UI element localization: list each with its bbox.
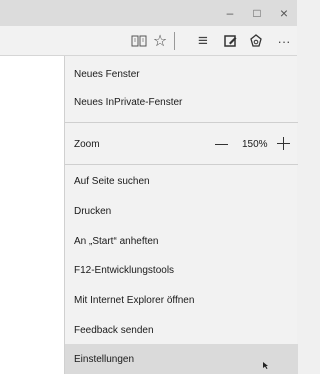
mouse-cursor-icon <box>263 362 268 369</box>
zoom-label: Zoom <box>74 138 100 150</box>
book-icon[interactable] <box>128 30 150 52</box>
zoom-in-button[interactable] <box>276 135 292 151</box>
settings-menu: Neues Fenster Neues InPrivate-Fenster Zo… <box>64 56 298 374</box>
menu-item-settings[interactable]: Einstellungen <box>65 344 298 374</box>
maximize-icon[interactable]: □ <box>243 0 271 26</box>
toolbar: ☆ ≡ ··· <box>0 26 297 56</box>
share-icon[interactable] <box>245 30 267 52</box>
menu-item-new-private-window[interactable]: Neues InPrivate-Fenster <box>65 87 298 117</box>
menu-item-zoom: Zoom 150% <box>65 129 298 159</box>
menu-item-open-with-ie[interactable]: Mit Internet Explorer öffnen <box>65 285 298 315</box>
menu-separator <box>65 164 298 165</box>
menu-item-pin-to-start[interactable]: An „Start“ anheften <box>65 226 298 256</box>
minimize-icon[interactable]: – <box>216 0 244 26</box>
menu-item-print[interactable]: Drucken <box>65 196 298 226</box>
star-icon[interactable]: ☆ <box>149 30 171 52</box>
menu-separator <box>65 122 298 123</box>
menu-item-new-window[interactable]: Neues Fenster <box>65 59 298 89</box>
close-icon[interactable]: × <box>270 0 298 26</box>
hub-icon[interactable]: ≡ <box>192 30 214 52</box>
page-content-area <box>0 56 64 374</box>
menu-item-f12-tools[interactable]: F12-Entwicklungstools <box>65 255 298 285</box>
title-bar: – □ × <box>0 0 297 26</box>
toolbar-separator <box>174 32 175 50</box>
pen-icon[interactable] <box>220 30 242 52</box>
zoom-value: 150% <box>242 138 268 150</box>
menu-item-find-on-page[interactable]: Auf Seite suchen <box>65 166 298 196</box>
menu-item-send-feedback[interactable]: Feedback senden <box>65 315 298 345</box>
more-icon[interactable]: ··· <box>272 30 296 52</box>
zoom-out-button[interactable] <box>215 138 229 150</box>
